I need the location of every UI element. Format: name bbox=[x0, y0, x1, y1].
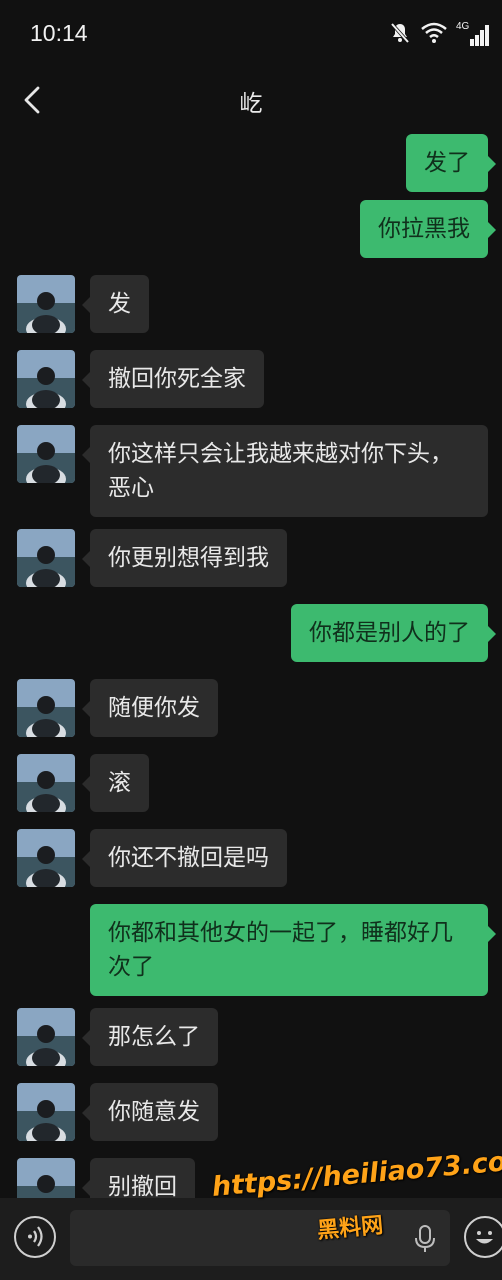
emoji-icon bbox=[476, 1231, 493, 1244]
voice-button[interactable] bbox=[14, 1216, 56, 1258]
message-list[interactable]: 发了 你拉黑我 发 撤回你死全家 你这样只会让我越来越对你下头，恶心 你更别想得… bbox=[0, 130, 502, 1198]
avatar[interactable] bbox=[17, 275, 75, 333]
bell-muted-icon bbox=[388, 21, 412, 49]
message-input[interactable] bbox=[70, 1210, 450, 1266]
mic-icon bbox=[415, 1225, 435, 1252]
input-bar bbox=[0, 1198, 502, 1280]
wifi-icon bbox=[420, 22, 448, 48]
avatar[interactable] bbox=[17, 679, 75, 737]
avatar[interactable] bbox=[17, 350, 75, 408]
message-bubble[interactable]: 别撤回 bbox=[82, 1158, 195, 1198]
message-bubble[interactable]: 你都是别人的了 bbox=[291, 604, 496, 662]
message-bubble[interactable]: 撤回你死全家 bbox=[82, 350, 264, 408]
avatar[interactable] bbox=[17, 1158, 75, 1198]
message-bubble[interactable]: 那怎么了 bbox=[82, 1008, 218, 1066]
mic-button[interactable] bbox=[412, 1224, 438, 1254]
message-bubble[interactable]: 发 bbox=[82, 275, 149, 333]
status-bar: 10:14 4G bbox=[0, 0, 502, 70]
avatar[interactable] bbox=[17, 829, 75, 887]
message-bubble[interactable]: 你都和其他女的一起了，睡都好几次了 bbox=[90, 904, 496, 996]
emoji-button[interactable] bbox=[464, 1216, 502, 1258]
message-bubble[interactable]: 你这样只会让我越来越对你下头，恶心 bbox=[82, 425, 488, 517]
chat-header: 屹 bbox=[0, 70, 502, 130]
status-icons: 4G bbox=[388, 21, 490, 49]
status-time: 10:14 bbox=[30, 20, 88, 46]
avatar[interactable] bbox=[17, 1083, 75, 1141]
signal-4g-icon: 4G bbox=[456, 21, 490, 47]
voice-icon bbox=[28, 1226, 43, 1247]
message-bubble[interactable]: 你拉黑我 bbox=[360, 200, 496, 258]
chat-title: 屹 bbox=[239, 91, 263, 117]
message-bubble[interactable]: 发了 bbox=[406, 134, 496, 192]
message-bubble[interactable]: 滚 bbox=[82, 754, 149, 812]
message-bubble[interactable]: 你更别想得到我 bbox=[82, 529, 287, 587]
message-bubble[interactable]: 你还不撤回是吗 bbox=[82, 829, 287, 887]
avatar[interactable] bbox=[17, 754, 75, 812]
message-bubble[interactable]: 你随意发 bbox=[82, 1083, 218, 1141]
avatar[interactable] bbox=[17, 425, 75, 483]
message-bubble[interactable]: 随便你发 bbox=[82, 679, 218, 737]
avatar[interactable] bbox=[17, 1008, 75, 1066]
avatar[interactable] bbox=[17, 529, 75, 587]
